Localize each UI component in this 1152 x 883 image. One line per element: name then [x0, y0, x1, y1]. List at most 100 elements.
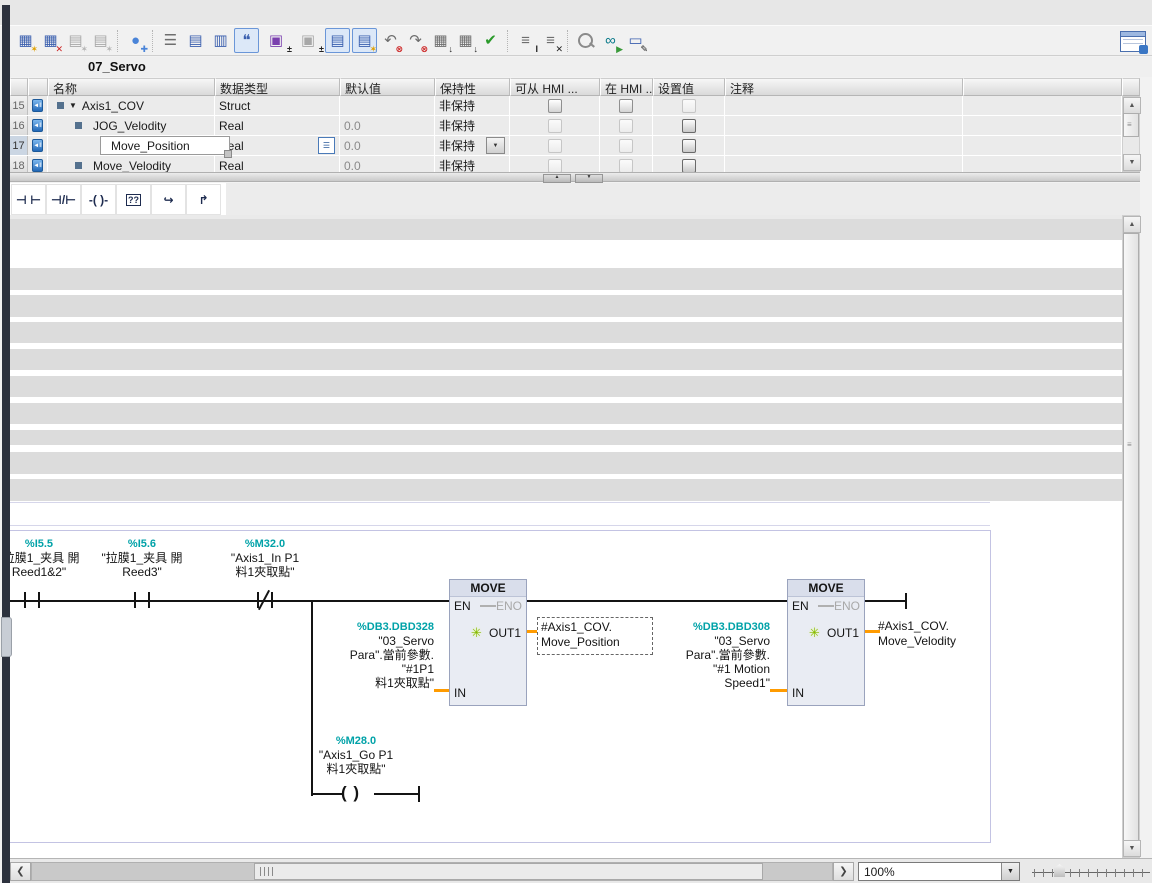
hmi-accessible-checkbox[interactable]: [548, 139, 562, 153]
find-replace-icon[interactable]: [574, 29, 597, 52]
comment-icon[interactable]: ❝: [234, 28, 259, 53]
insert-row-above-icon[interactable]: ▤✶: [64, 29, 87, 52]
collapsed-network-row[interactable]: [10, 479, 1122, 501]
splitter-collapse-up-button[interactable]: ▲: [543, 174, 571, 183]
collapsed-network-row[interactable]: [10, 219, 1122, 240]
insert-closed-contact-button[interactable]: ⊣/⊢: [46, 184, 81, 215]
cell-default-value[interactable]: 0.0: [340, 136, 435, 155]
collapsed-network-row[interactable]: [10, 403, 1122, 424]
out1-pin[interactable]: OUT1: [827, 626, 859, 640]
cell-retain[interactable]: 非保持▼: [435, 136, 510, 155]
hmi-visible-checkbox[interactable]: [619, 99, 633, 113]
cell-comment[interactable]: [725, 96, 963, 115]
header-name[interactable]: 名称: [48, 78, 215, 96]
collapsed-network-row[interactable]: [10, 295, 1122, 317]
collapsed-network-row[interactable]: [10, 268, 1122, 290]
hmi-accessible-checkbox[interactable]: [548, 119, 562, 133]
setpoint-checkbox[interactable]: [682, 159, 696, 173]
out-add-icon[interactable]: ✳: [471, 625, 482, 641]
instruction-title[interactable]: MOVE: [788, 580, 864, 597]
header-data-type[interactable]: 数据类型: [215, 78, 340, 96]
header-default-value[interactable]: 默认值: [340, 78, 435, 96]
expand-members-icon[interactable]: ☰: [159, 29, 182, 52]
row-number[interactable]: 15: [10, 96, 28, 115]
insert-empty-box-button[interactable]: ??: [116, 184, 151, 215]
cell-default-value[interactable]: [340, 96, 435, 115]
scroll-up-button[interactable]: ▲: [1123, 97, 1141, 114]
scroll-down-button[interactable]: ▼: [1123, 154, 1141, 171]
scrollbar-thumb[interactable]: ≡: [1123, 233, 1139, 842]
hmi-accessible-checkbox[interactable]: [548, 159, 562, 173]
upload-from-device-icon[interactable]: ▣±: [293, 29, 323, 52]
table-row-selected[interactable]: 17 ◄‖ Move_Position Real☰ 0.0 非保持▼: [10, 136, 1140, 156]
header-icon[interactable]: [28, 78, 48, 96]
hmi-visible-checkbox[interactable]: [619, 159, 633, 173]
hide-operand-info-icon[interactable]: ≡✕: [539, 29, 562, 52]
collapsed-network-row[interactable]: [10, 322, 1122, 343]
cell-retain[interactable]: 非保持: [435, 96, 510, 115]
zoom-select[interactable]: 100% ▼: [858, 862, 1020, 881]
download-to-hmi-icon[interactable]: ▣±: [261, 29, 291, 52]
monitoring-icon[interactable]: ∞▶: [599, 29, 622, 52]
split-editor-space-icon[interactable]: [1120, 31, 1146, 52]
header-rownum[interactable]: [10, 78, 28, 96]
undo-network-icon[interactable]: ↶⊗: [379, 29, 402, 52]
close-branch-button[interactable]: ↱: [186, 184, 221, 215]
horizontal-scrollbar[interactable]: [31, 862, 833, 881]
delete-row-icon[interactable]: ▦✕: [39, 29, 62, 52]
table-editor-splitter[interactable]: ▲ ▼: [10, 172, 1140, 182]
expand-caret-icon[interactable]: ▼: [69, 101, 77, 110]
header-retain[interactable]: 保持性: [435, 78, 510, 96]
setpoint-checkbox[interactable]: [682, 119, 696, 133]
header-comment[interactable]: 注释: [725, 78, 963, 96]
collapsed-network-row[interactable]: [10, 349, 1122, 370]
row-number[interactable]: 16: [10, 116, 28, 135]
scroll-right-button[interactable]: ❯: [833, 862, 854, 881]
table-row[interactable]: 15 ◄‖ ▼Axis1_COV Struct 非保持: [10, 96, 1140, 116]
input-operand[interactable]: %DB3.DBD308 "03_Servo Para".當前參數. "#1 Mo…: [630, 620, 770, 690]
insert-row-icon[interactable]: ▦✶: [14, 29, 37, 52]
scrollbar-thumb[interactable]: ≡: [1123, 113, 1139, 137]
consistency-check-icon[interactable]: ✔: [479, 29, 502, 52]
scroll-up-button[interactable]: ▲: [1123, 216, 1141, 233]
network-canvas[interactable]: %I5.5 "拉膜1_夹具 開 Reed1&2" %I5.6 "拉膜1_夹具 開…: [10, 530, 991, 843]
insert-coil-button[interactable]: -( )-: [81, 184, 116, 215]
load-snapshot-icon[interactable]: ▦↓: [429, 29, 452, 52]
cell-data-type[interactable]: Real: [215, 116, 340, 135]
eno-pin[interactable]: ENO: [496, 599, 522, 613]
editor-scrollbar[interactable]: ▲ ≡ ▼: [1122, 215, 1140, 858]
table-scrollbar[interactable]: ▲ ≡ ▼: [1122, 96, 1140, 172]
hmi-visible-checkbox[interactable]: [619, 139, 633, 153]
keep-actual-values-icon[interactable]: ▤: [184, 29, 207, 52]
chevron-down-icon[interactable]: ▼: [1001, 863, 1019, 880]
cell-drag-handle[interactable]: [224, 150, 232, 158]
scroll-down-button[interactable]: ▼: [1123, 840, 1141, 857]
contact-operand[interactable]: %M32.0 "Axis1_In P1 料1夾取點": [195, 537, 335, 579]
scroll-left-button[interactable]: ❮: [10, 862, 31, 881]
out-add-icon[interactable]: ✳: [809, 625, 820, 641]
name-edit-field[interactable]: Move_Position: [100, 136, 230, 155]
header-setpoint[interactable]: 设置值: [653, 78, 725, 96]
scrollbar-thumb[interactable]: [254, 863, 763, 880]
splitter-collapse-down-button[interactable]: ▼: [575, 174, 603, 183]
header-hmi-accessible[interactable]: 可从 HMI ...: [510, 78, 600, 96]
move-instruction-box[interactable]: MOVE EN ENO ✳ OUT1 IN: [787, 579, 865, 706]
add-object-icon[interactable]: ●✚: [124, 29, 147, 52]
coil-operand[interactable]: %M28.0 "Axis1_Go P1 料1夾取點": [291, 734, 421, 776]
cell-name[interactable]: JOG_Velodity: [48, 116, 215, 135]
retain-dropdown-button[interactable]: ▼: [486, 137, 505, 154]
cell-default-value[interactable]: 0.0: [340, 116, 435, 135]
cell-data-type[interactable]: Real☰: [215, 136, 340, 155]
eno-pin[interactable]: ENO: [834, 599, 860, 613]
open-branch-button[interactable]: ↪: [151, 184, 186, 215]
collapsed-network-row[interactable]: [10, 430, 1122, 445]
instruction-title[interactable]: MOVE: [450, 580, 526, 597]
in-pin[interactable]: IN: [454, 686, 466, 700]
row-number[interactable]: 17: [10, 136, 28, 155]
insert-row-below-icon[interactable]: ▤✶: [89, 29, 112, 52]
cell-comment[interactable]: [725, 136, 963, 155]
expanded-mode-icon[interactable]: ▤: [325, 28, 350, 53]
in-pin[interactable]: IN: [792, 686, 804, 700]
table-row[interactable]: 16 ◄‖ JOG_Velodity Real 0.0 非保持: [10, 116, 1140, 136]
move-instruction-box[interactable]: MOVE EN ENO ✳ OUT1 IN: [449, 579, 527, 706]
